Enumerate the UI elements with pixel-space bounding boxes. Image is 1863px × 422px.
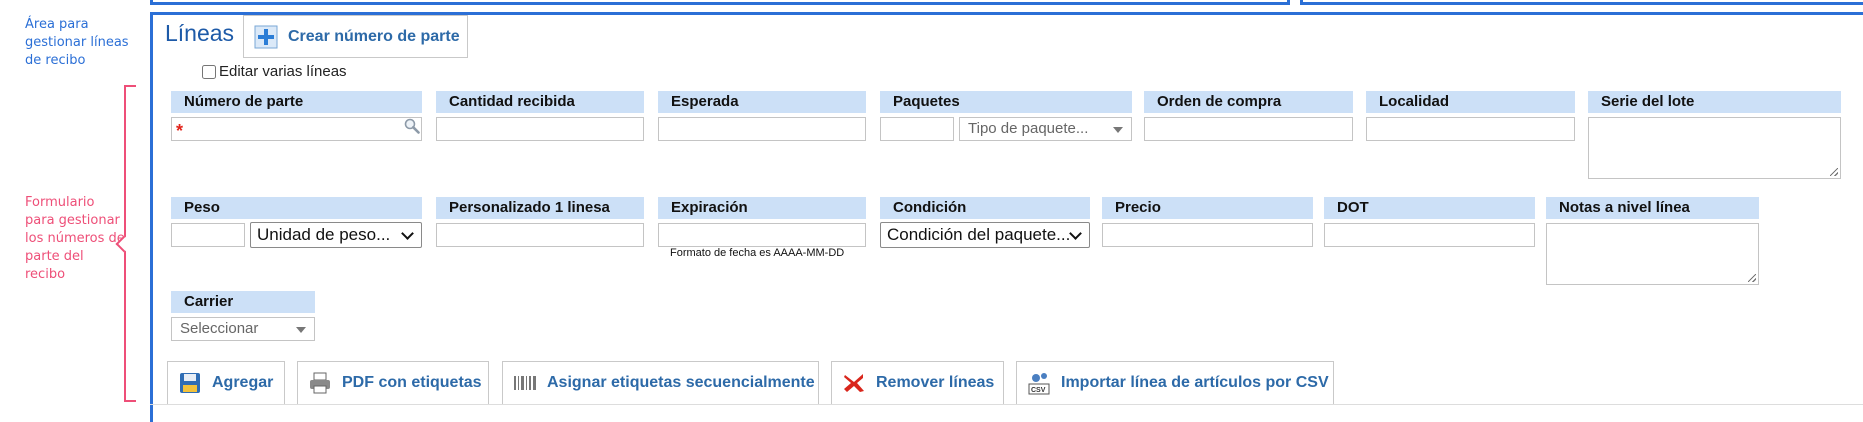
label-location: Localidad [1366, 91, 1575, 113]
save-icon [178, 371, 202, 395]
expiration-input[interactable] [658, 223, 866, 247]
weight-unit-value: Unidad de peso... [257, 225, 391, 244]
pdf-labels-label: PDF con etiquetas [342, 374, 482, 391]
label-condition: Condición [880, 197, 1090, 219]
edit-multiple-checkbox[interactable]: Editar varias líneas [202, 63, 347, 80]
printer-icon [308, 371, 332, 395]
condition-select[interactable]: Condición del paquete... [880, 222, 1090, 248]
label-expected: Esperada [658, 91, 866, 113]
weight-unit-select[interactable]: Unidad de peso... [250, 222, 422, 248]
assign-sequential-label: Asignar etiquetas secuencialmente [547, 374, 815, 391]
line-notes-textarea[interactable] [1546, 223, 1759, 285]
label-part-number: Número de parte [171, 91, 422, 113]
expected-input[interactable] [658, 117, 866, 141]
label-purchase-order: Orden de compra [1144, 91, 1353, 113]
carrier-select[interactable]: Seleccionar [171, 317, 315, 341]
edit-multiple-input[interactable] [202, 64, 216, 79]
required-marker: * [176, 121, 184, 141]
carrier-value: Seleccionar [180, 320, 259, 337]
add-button[interactable]: Agregar [167, 361, 285, 405]
pdf-labels-button[interactable]: PDF con etiquetas [297, 361, 489, 405]
barcode-icon [513, 371, 537, 395]
label-price: Precio [1102, 197, 1313, 219]
add-label: Agregar [212, 374, 274, 391]
label-expiration: Expiración [658, 197, 866, 219]
purchase-order-input[interactable] [1144, 117, 1353, 141]
highlight-box-top-left [150, 0, 1290, 5]
create-part-button[interactable]: Crear número de parte [243, 15, 468, 58]
date-format-hint: Formato de fecha es AAAA-MM-DD [670, 247, 845, 259]
label-lot-series: Serie del lote [1588, 91, 1841, 113]
package-type-value: Tipo de paquete... [968, 120, 1089, 137]
part-number-input[interactable] [171, 117, 422, 141]
bottom-divider [150, 404, 1863, 405]
location-input[interactable] [1366, 117, 1575, 141]
chevron-down-icon [1069, 227, 1082, 240]
annotation-lines-area: Área para gestionar líneas de recibo [25, 17, 129, 68]
label-line-notes: Notas a nivel línea [1546, 197, 1759, 219]
label-packages: Paquetes [880, 91, 1132, 113]
section-title: Líneas [165, 20, 235, 46]
svg-text:CSV: CSV [1031, 387, 1046, 394]
import-csv-button[interactable]: CSV Importar línea de artículos por CSV [1016, 361, 1334, 405]
caret-down-icon [1113, 127, 1123, 133]
dot-input[interactable] [1324, 223, 1535, 247]
remove-x-icon [842, 371, 866, 395]
label-custom1: Personalizado 1 linesa [436, 197, 644, 219]
qty-received-input[interactable] [436, 117, 644, 141]
import-csv-label: Importar línea de artículos por CSV [1061, 374, 1329, 391]
assign-sequential-button[interactable]: Asignar etiquetas secuencialmente [502, 361, 819, 405]
create-part-label: Crear número de parte [288, 27, 460, 45]
package-type-select[interactable]: Tipo de paquete... [959, 117, 1132, 141]
custom1-input[interactable] [436, 223, 644, 247]
label-carrier: Carrier [171, 291, 315, 313]
remove-lines-label: Remover líneas [876, 374, 995, 391]
plus-icon [254, 25, 278, 49]
label-weight: Peso [171, 197, 422, 219]
weight-input[interactable] [171, 223, 245, 247]
packages-input[interactable] [880, 117, 954, 141]
chevron-down-icon [401, 227, 414, 240]
caret-down-icon [296, 327, 306, 333]
annotation-form-area: Formulario para gestionar los números de… [25, 195, 125, 282]
highlight-box-top-right [1300, 0, 1863, 5]
search-icon[interactable] [404, 118, 420, 134]
price-input[interactable] [1102, 223, 1313, 247]
lot-series-textarea[interactable] [1588, 117, 1841, 179]
edit-multiple-label: Editar varias líneas [219, 63, 347, 80]
remove-lines-button[interactable]: Remover líneas [831, 361, 1004, 405]
label-qty-received: Cantidad recibida [436, 91, 644, 113]
label-dot: DOT [1324, 197, 1535, 219]
condition-value: Condición del paquete... [887, 225, 1071, 244]
csv-gear-icon: CSV [1027, 371, 1051, 395]
